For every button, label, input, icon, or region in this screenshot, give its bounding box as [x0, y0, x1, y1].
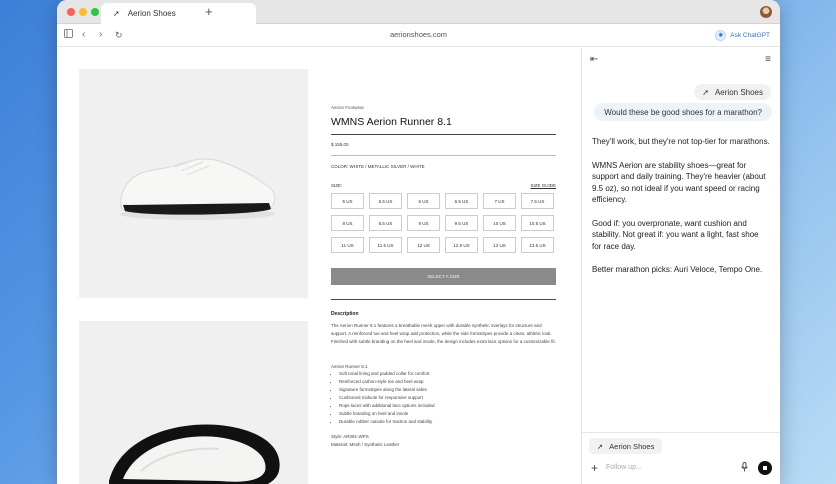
size-option[interactable]: 5 US — [331, 193, 364, 209]
avatar[interactable] — [760, 6, 772, 18]
size-option[interactable]: 8 US — [331, 215, 364, 231]
size-option[interactable]: 10 US — [483, 215, 516, 231]
size-option[interactable]: 6.5 US — [445, 193, 478, 209]
product-title: WMNS Aerion Runner 8.1 — [331, 116, 452, 128]
size-label: SIZE: — [331, 183, 343, 188]
size-option[interactable]: 9.5 US — [445, 215, 478, 231]
assistant-reply: They'll work, but they're not top-tier f… — [592, 136, 770, 288]
user-message: Would these be good shoes for a marathon… — [594, 103, 772, 121]
size-guide-link[interactable]: SIZE GUIDE — [530, 183, 556, 188]
reply-paragraph: They'll work, but they're not top-tier f… — [592, 137, 770, 146]
size-option[interactable]: 7 US — [483, 193, 516, 209]
reply-paragraph: WMNS Aerion are stability shoes—great fo… — [592, 160, 766, 205]
aerion-logo-icon: ➚ — [702, 87, 709, 97]
plus-icon[interactable]: + — [591, 461, 598, 475]
ask-chatgpt-label: Ask ChatGPT — [730, 31, 770, 39]
menu-icon[interactable]: ≡ — [765, 54, 771, 65]
collapse-panel-icon[interactable]: ⇤ — [590, 54, 598, 65]
size-option[interactable]: 12 US — [407, 237, 440, 253]
size-option[interactable]: 11.5 US — [369, 237, 402, 253]
product-price: $ 155.00 — [331, 142, 349, 147]
product-style: Style: AR081-WPS — [331, 434, 369, 439]
size-option[interactable]: 9 US — [407, 215, 440, 231]
size-option[interactable]: 13 US — [483, 237, 516, 253]
mic-icon[interactable] — [741, 462, 748, 474]
size-header: SIZE: SIZE GUIDE — [331, 183, 556, 188]
features-list: Soft tonal lining and padded collar for … — [331, 370, 556, 426]
product-image-side — [79, 69, 308, 298]
close-window-button[interactable] — [67, 8, 75, 16]
feature-item: Subtle branding on heel and insole — [339, 410, 556, 418]
aerion-logo-icon: ➚ — [113, 9, 120, 18]
maximize-window-button[interactable] — [91, 8, 99, 16]
ask-chatgpt-button[interactable]: ✺ Ask ChatGPT — [715, 28, 770, 42]
product-material: Material: Mesh / Synthetic Leather — [331, 442, 400, 447]
divider — [582, 432, 780, 433]
new-tab-button[interactable]: + — [205, 4, 213, 19]
description-heading: Description — [331, 311, 359, 317]
size-grid: 5 US 5.5 US 6 US 6.5 US 7 US 7.5 US 8 US 8.5 US… — [331, 193, 556, 253]
toolbar: ‹ › ↻ aerionshoes.com ✺ Ask ChatGPT — [57, 24, 780, 47]
select-size-button[interactable]: SELECT A SIZE — [331, 268, 556, 285]
feature-item: Soft tonal lining and padded collar for … — [339, 370, 556, 378]
reply-paragraph: Good if: you overpronate, want cushion a… — [592, 218, 759, 251]
size-option[interactable]: 8.5 US — [369, 215, 402, 231]
features-heading: Aerion Runner 8.1 — [331, 364, 368, 369]
composer-chip-label: Aerion Shoes — [609, 441, 655, 451]
context-chip-label: Aerion Shoes — [714, 87, 763, 97]
product-details: Aerion Footwear WMNS Aerion Runner 8.1 $… — [331, 105, 556, 449]
divider — [331, 299, 556, 300]
tab-title: Aerion Shoes — [127, 9, 176, 18]
feature-item: Durable rubber outsole for traction and … — [339, 418, 556, 426]
size-option[interactable]: 13.5 US — [521, 237, 554, 253]
product-image-sole — [79, 321, 308, 484]
chatgpt-icon: ✺ — [715, 29, 727, 41]
aerion-logo-icon: ➚ — [597, 441, 604, 451]
product-color: COLOR: WHITE / METALLIC SILVER / WHITE — [331, 164, 425, 169]
composer-context-chip[interactable]: ➚ Aerion Shoes — [589, 438, 663, 454]
product-page: Aerion Footwear WMNS Aerion Runner 8.1 $… — [57, 48, 581, 484]
tab-aerion-shoes[interactable]: ➚ Aerion Shoes — [101, 3, 256, 24]
size-option[interactable]: 10.5 US — [521, 215, 554, 231]
description-text: The Aerion Runner 8.1 features a breatha… — [331, 323, 556, 344]
feature-item: Cushioned midsole for responsive support — [339, 394, 556, 402]
feature-item: Rope laces with additional lace options … — [339, 402, 556, 410]
product-brand: Aerion Footwear — [331, 105, 365, 110]
browser-window: ➚ Aerion Shoes + ‹ › ↻ aerionshoes.com ✺… — [57, 0, 780, 484]
size-option[interactable]: 7.5 US — [521, 193, 554, 209]
follow-up-input[interactable]: Follow up... — [606, 464, 642, 471]
divider — [331, 134, 556, 135]
minimize-window-button[interactable] — [79, 8, 87, 16]
size-option[interactable]: 5.5 US — [369, 193, 402, 209]
chatgpt-sidebar: ⇤ ≡ ➚ Aerion Shoes Would these be good s… — [581, 48, 780, 484]
size-option[interactable]: 6 US — [407, 193, 440, 209]
context-chip: ➚ Aerion Shoes — [694, 84, 771, 100]
content-area: Aerion Footwear WMNS Aerion Runner 8.1 $… — [57, 48, 780, 484]
size-option[interactable]: 11 US — [331, 237, 364, 253]
reply-paragraph: Better marathon picks: Auri Veloce, Temp… — [592, 265, 763, 274]
feature-item: Signature formstripes along the lateral … — [339, 386, 556, 394]
stop-icon[interactable] — [758, 461, 772, 475]
divider — [331, 155, 556, 156]
tab-bar: ➚ Aerion Shoes + — [57, 0, 780, 24]
feature-item: Reinforced carbon-style toe and heel wra… — [339, 378, 556, 386]
product-style-info: Style: AR081-WPS Material: Mesh / Synthe… — [331, 433, 556, 449]
size-option[interactable]: 12.5 US — [445, 237, 478, 253]
address-bar[interactable]: aerionshoes.com — [57, 30, 780, 39]
